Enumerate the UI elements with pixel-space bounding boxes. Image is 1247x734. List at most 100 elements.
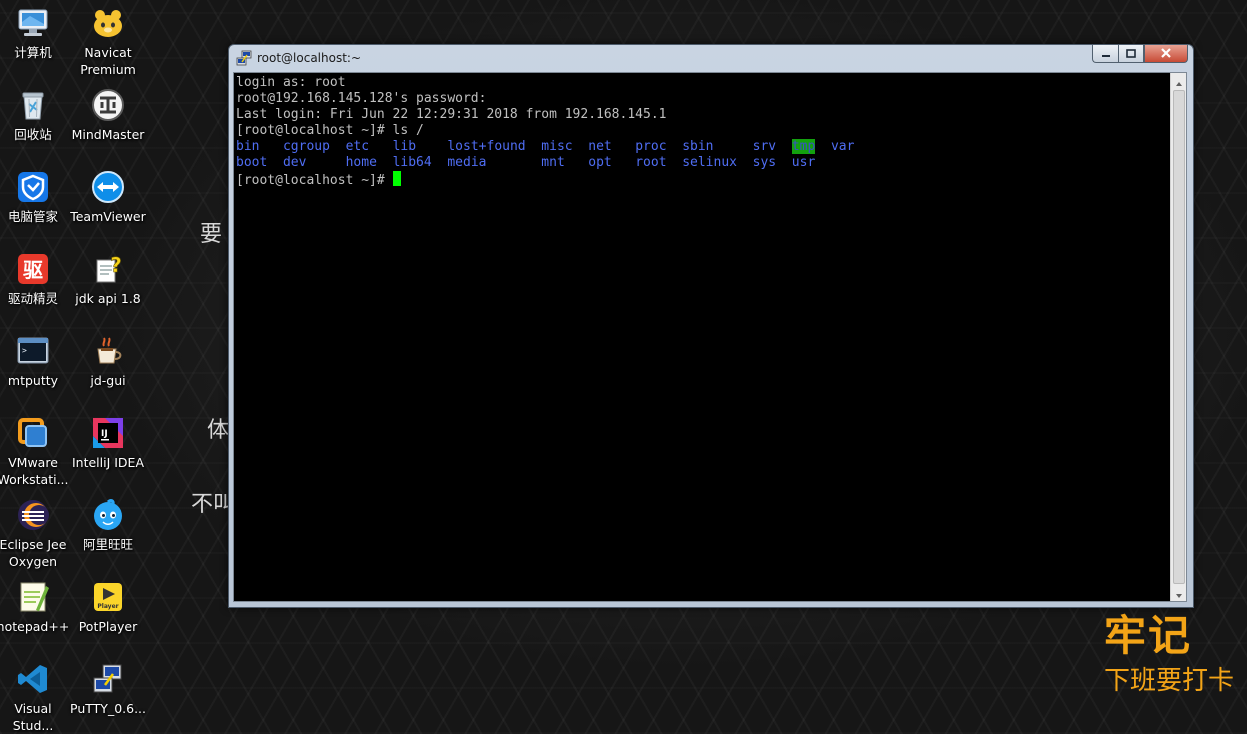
ls-entry: lib64: [392, 155, 432, 170]
desktop-icon-label: TeamViewer: [70, 209, 146, 224]
potplayer-icon: Player: [91, 580, 125, 614]
desktop-icon-label: Navicat Premium: [80, 45, 136, 77]
desktop-icon-label: IntelliJ IDEA: [71, 455, 145, 470]
desktop-icon-putty[interactable]: PuTTY_0.6...: [70, 662, 146, 717]
putty-icon[interactable]: [236, 50, 252, 66]
desktop-icon-computer[interactable]: 计算机: [0, 6, 70, 61]
desktop-icon-mindmaster[interactable]: MindMaster: [71, 88, 145, 143]
ls-entry: lib: [392, 139, 417, 154]
maximize-button[interactable]: [1118, 45, 1144, 63]
teamviewer-icon: [91, 170, 125, 204]
scroll-down-button[interactable]: [1171, 585, 1186, 601]
terminal-line: login as: root: [236, 75, 346, 90]
terminal-scrollbar[interactable]: [1170, 73, 1186, 601]
desktop-icon-label: Visual Stud...: [12, 701, 54, 733]
recycle-bin-icon: [16, 88, 50, 122]
mindmaster-icon: [91, 88, 125, 122]
desktop-icon-teamviewer[interactable]: TeamViewer: [70, 170, 146, 225]
window-controls: [1092, 45, 1188, 63]
desktop-icon-label: 阿里旺旺: [82, 537, 133, 552]
intellij-icon: IJ: [91, 416, 125, 450]
window-title: root@localhost:~: [257, 50, 362, 65]
desktop-icon-vscode[interactable]: Visual Stud...: [0, 662, 70, 734]
aliwangwang-icon: [91, 498, 125, 532]
notepadpp-icon: [16, 580, 50, 614]
desktop-icon-intellij[interactable]: IJ IntelliJ IDEA: [71, 416, 145, 471]
driver-genius-icon: 驱: [16, 252, 50, 286]
wallpaper-brand-subtitle: 下班要打卡: [1104, 666, 1235, 696]
ls-entry: boot: [236, 155, 268, 170]
desktop-icon-label: 回收站: [14, 127, 52, 142]
ls-entry: etc: [345, 139, 370, 154]
desktop-icon-label: VMware Workstati...: [0, 455, 69, 487]
eclipse-icon: [16, 498, 50, 532]
chevron-down-icon: [1175, 584, 1183, 602]
scroll-thumb[interactable]: [1173, 90, 1185, 584]
desktop-icon-potplayer[interactable]: Player PotPlayer: [71, 580, 145, 635]
ls-entry: srv: [752, 139, 777, 154]
scroll-up-button[interactable]: [1171, 73, 1186, 89]
desktop-icon-label: PuTTY_0.6...: [70, 701, 146, 716]
ls-entry: media: [447, 155, 487, 170]
pc-manager-icon: [16, 170, 50, 204]
chevron-up-icon: [1175, 73, 1183, 91]
ls-output-row: bin cgroup etc lib lost+found misc net p…: [236, 139, 854, 155]
ls-entry: sbin: [682, 139, 714, 154]
desktop-icon-label: MindMaster: [71, 127, 145, 142]
shell-prompt: [root@localhost ~]#: [236, 173, 393, 188]
desktop-icon-jdk-api[interactable]: ? jdk api 1.8: [71, 252, 145, 307]
terminal-line: [root@localhost ~]# ls /: [236, 123, 424, 138]
desktop-icon-recycle-bin[interactable]: 回收站: [0, 88, 70, 143]
ls-entry: var: [830, 139, 855, 154]
ls-entry: home: [345, 155, 377, 170]
svg-text:Player: Player: [97, 603, 118, 610]
terminal-output: login as: root root@192.168.145.128's pa…: [236, 75, 854, 188]
wallpaper-brand-title: 牢记: [1104, 611, 1193, 660]
wallpaper-fragment: 体: [207, 418, 230, 443]
desktop-icon-label: 电脑管家: [7, 209, 58, 224]
desktop-icon-driver-genius[interactable]: 驱 驱动精灵: [0, 252, 70, 307]
desktop-icon-label: 驱动精灵: [7, 291, 58, 306]
ls-entry: proc: [635, 139, 667, 154]
ls-entry: root: [635, 155, 667, 170]
ls-output-row: boot dev home lib64 media mnt opt root s…: [236, 155, 854, 171]
minimize-icon: [1101, 44, 1111, 63]
terminal-screen[interactable]: login as: root root@192.168.145.128's pa…: [233, 72, 1187, 602]
ls-entry: selinux: [682, 155, 737, 170]
ls-entry: mnt: [541, 155, 565, 170]
vscode-icon: [16, 662, 50, 696]
svg-text:?: ?: [110, 253, 122, 277]
ls-entry: lost+found: [447, 139, 526, 154]
desktop-icon-jd-gui[interactable]: jd-gui: [71, 334, 145, 389]
navicat-icon: [91, 6, 125, 40]
minimize-button[interactable]: [1092, 45, 1118, 63]
desktop-icon-label: jdk api 1.8: [75, 291, 141, 306]
ls-entry: misc: [541, 139, 573, 154]
window-titlebar[interactable]: root@localhost:~: [229, 45, 1193, 70]
desktop-icon-navicat[interactable]: Navicat Premium: [71, 6, 145, 78]
ls-entry: opt: [588, 155, 612, 170]
ls-entry: cgroup: [282, 139, 330, 154]
terminal-line: root@192.168.145.128's password:: [236, 91, 487, 106]
desktop-icon-label: PotPlayer: [78, 619, 138, 634]
ls-entry: sys: [752, 155, 777, 170]
ls-entry: net: [588, 139, 612, 154]
desktop-icon-vmware[interactable]: VMware Workstati...: [0, 416, 70, 488]
desktop-icon-label: mtputty: [7, 373, 59, 388]
ls-entry-highlighted: tmp: [791, 139, 816, 154]
desktop-icon-aliwangwang[interactable]: 阿里旺旺: [71, 498, 145, 553]
desktop-icon-pc-manager[interactable]: 电脑管家: [0, 170, 70, 225]
text-cursor: [392, 171, 401, 186]
desktop-icon-label: notepad++: [0, 619, 70, 634]
desktop-icon-notepadpp[interactable]: notepad++: [0, 580, 70, 635]
close-button[interactable]: [1144, 45, 1188, 63]
computer-icon: [16, 6, 50, 40]
ls-entry: usr: [791, 155, 816, 170]
help-doc-icon: ?: [91, 252, 125, 286]
close-icon: [1160, 44, 1172, 63]
desktop-icon-mtputty[interactable]: > mtputty: [0, 334, 70, 389]
terminal-prompt-line[interactable]: [root@localhost ~]#: [236, 171, 854, 188]
desktop-icon-eclipse[interactable]: Eclipse Jee Oxygen: [0, 498, 70, 570]
wallpaper-fragment: 要: [200, 222, 223, 247]
terminal-window[interactable]: root@localhost:~ login as: root root@192…: [228, 44, 1194, 608]
